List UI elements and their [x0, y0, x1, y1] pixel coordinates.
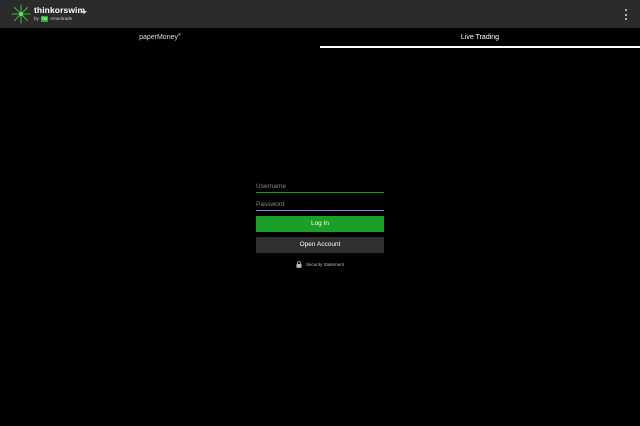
brand-sub-suffix: Ameritrade [50, 16, 73, 21]
brand-sub-prefix: by [34, 16, 39, 21]
login-form: Log In Open Account Security Statement [256, 180, 384, 268]
tab-papermoney[interactable]: paperMoney® [0, 28, 320, 48]
more-vert-icon[interactable] [624, 9, 628, 20]
password-field-wrapper [256, 198, 384, 211]
lock-icon [296, 261, 302, 268]
dropdown-caret-icon[interactable] [81, 11, 87, 14]
password-underline [256, 210, 384, 211]
tab-papermoney-label: paperMoney [139, 34, 178, 41]
tab-live-trading[interactable]: Live Trading [320, 28, 640, 48]
logo-text: thinkorswim by TD Ameritrade [34, 6, 85, 23]
brand-name: thinkorswim [34, 4, 86, 15]
username-input[interactable] [256, 180, 384, 192]
app-logo[interactable]: thinkorswim by TD Ameritrade [11, 4, 85, 24]
username-underline [256, 192, 384, 193]
td-badge: TD [40, 16, 49, 23]
kebab-dot [625, 13, 627, 16]
username-field-wrapper [256, 180, 384, 193]
password-input[interactable] [256, 198, 384, 210]
top-bar: thinkorswim by TD Ameritrade [0, 0, 640, 28]
security-statement-link[interactable]: Security Statement [256, 261, 384, 268]
login-button[interactable]: Log In [256, 216, 384, 232]
security-statement-label: Security Statement [305, 262, 345, 267]
brand-subtitle: by TD Ameritrade [34, 16, 85, 23]
kebab-dot [625, 9, 627, 11]
registered-mark: ® [177, 32, 181, 37]
mode-tabs: paperMoney® Live Trading [0, 28, 640, 48]
thinkorswim-logo-icon [11, 4, 31, 24]
kebab-dot [625, 18, 627, 20]
open-account-button[interactable]: Open Account [256, 237, 384, 253]
tab-live-trading-label: Live Trading [460, 34, 500, 41]
